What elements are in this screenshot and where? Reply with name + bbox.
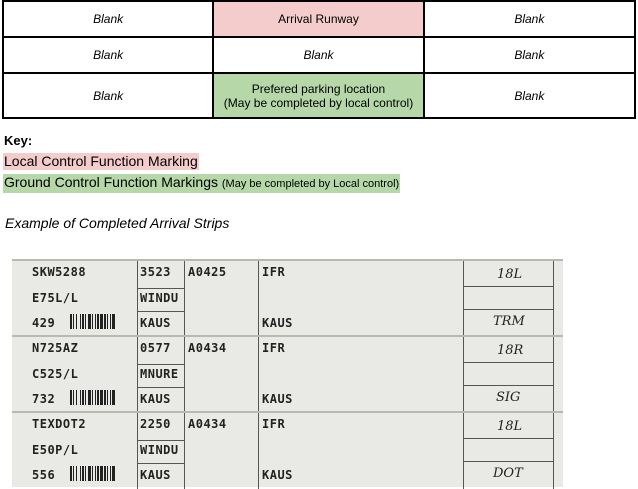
- parking-location-note: (May be completed by local control): [223, 95, 414, 110]
- strip-cid: 732: [32, 392, 56, 406]
- strip-destination: KAUS: [140, 468, 171, 482]
- strip-divider: [463, 261, 464, 337]
- key-ground-label: Ground Control Function Markings: [4, 174, 218, 190]
- strip-time: A0425: [188, 265, 227, 279]
- strip-arrival-runway: 18L: [497, 419, 523, 434]
- strip-divider: [137, 288, 184, 289]
- strip-divider: [137, 261, 138, 337]
- strip-parking-location: TRM: [493, 314, 525, 329]
- strip-divider: [137, 364, 184, 365]
- grid-cell-blank: Blank: [1, 0, 215, 39]
- strip-divider: [258, 337, 259, 413]
- example-title: Example of Completed Arrival Strips: [5, 215, 230, 231]
- strip-aircraft-type: E75L/L: [32, 291, 79, 305]
- strip-divider: [463, 461, 553, 462]
- grid-cell-parking-location: Prefered parking location (May be comple…: [212, 72, 425, 119]
- strip-parking-location: DOT: [493, 466, 523, 481]
- key-title: Key:: [4, 133, 33, 148]
- strip-fix: WINDU: [140, 443, 179, 457]
- grid-cell-blank: Blank: [422, 36, 637, 75]
- strip-flight-rules: IFR: [262, 265, 286, 279]
- strip-fix: WINDU: [140, 291, 179, 305]
- flight-strip: TEXDOT2 E50P/L 556 2250 WINDU KAUS A0434…: [12, 411, 563, 489]
- strip-divider: [463, 413, 464, 489]
- strip-callsign: TEXDOT2: [32, 417, 87, 431]
- strip-airport: KAUS: [262, 316, 293, 330]
- strip-parking-location: SIG: [496, 390, 521, 405]
- flight-strip: N725AZ C525/L 732 0577 MNURE KAUS A0434 …: [12, 335, 563, 413]
- strip-divider: [463, 337, 464, 413]
- strip-divider: [463, 385, 553, 386]
- barcode-icon: [70, 466, 115, 481]
- grid-cell-blank: Blank: [422, 72, 637, 119]
- strip-airport: KAUS: [262, 468, 293, 482]
- strip-divider: [137, 387, 184, 388]
- strip-time: A0434: [188, 341, 227, 355]
- strip-divider: [184, 337, 185, 413]
- strip-flight-rules: IFR: [262, 341, 286, 355]
- strip-destination: KAUS: [140, 316, 171, 330]
- grid-cell-blank: Blank: [1, 72, 215, 119]
- barcode-icon: [70, 390, 115, 405]
- grid-cell-blank: Blank: [422, 0, 637, 39]
- strip-divider: [463, 438, 553, 439]
- strip-divider: [258, 261, 259, 337]
- strip-arrival-runway: 18L: [497, 267, 523, 282]
- strip-divider: [137, 463, 184, 464]
- strip-divider: [137, 413, 138, 489]
- strip-divider: [137, 311, 184, 312]
- strip-flight-rules: IFR: [262, 417, 286, 431]
- strip-divider: [184, 261, 185, 337]
- grid-cell-blank: Blank: [1, 36, 215, 75]
- strip-beacon-code: 3523: [140, 265, 171, 279]
- strip-destination: KAUS: [140, 392, 171, 406]
- strip-cid: 429: [32, 316, 56, 330]
- barcode-icon: [70, 314, 115, 329]
- strip-divider: [553, 337, 554, 413]
- flight-strip: SKW5288 E75L/L 429 3523 WINDU KAUS A0425…: [12, 259, 563, 337]
- strip-time: A0434: [188, 417, 227, 431]
- strip-airport: KAUS: [262, 392, 293, 406]
- key-ground-note: (May be completed by Local control): [221, 178, 400, 190]
- arrival-strips: SKW5288 E75L/L 429 3523 WINDU KAUS A0425…: [12, 259, 563, 489]
- strip-divider: [137, 337, 138, 413]
- key-ground-control: Ground Control Function Markings (May be…: [3, 174, 401, 193]
- strip-fix: MNURE: [140, 367, 179, 381]
- strip-cid: 556: [32, 468, 56, 482]
- strip-aircraft-type: C525/L: [32, 367, 79, 381]
- strip-arrival-runway: 18R: [497, 343, 524, 358]
- parking-location-label: Prefered parking location: [251, 81, 386, 96]
- grid-cell-arrival-runway: Arrival Runway: [212, 0, 425, 39]
- strip-callsign: SKW5288: [32, 265, 87, 279]
- strip-divider: [137, 440, 184, 441]
- strip-divider: [463, 362, 553, 363]
- strip-divider: [553, 413, 554, 489]
- strip-divider: [258, 413, 259, 489]
- strip-divider: [553, 261, 554, 337]
- strip-divider: [463, 286, 553, 287]
- strip-beacon-code: 2250: [140, 417, 171, 431]
- strip-divider: [463, 309, 553, 310]
- strip-callsign: N725AZ: [32, 341, 79, 355]
- strip-beacon-code: 0577: [140, 341, 171, 355]
- strip-layout-grid: Blank Arrival Runway Blank Blank Blank B…: [1, 0, 637, 119]
- grid-cell-blank: Blank: [212, 36, 425, 75]
- key-local-control: Local Control Function Marking: [3, 153, 199, 170]
- strip-aircraft-type: E50P/L: [32, 443, 79, 457]
- strip-divider: [184, 413, 185, 489]
